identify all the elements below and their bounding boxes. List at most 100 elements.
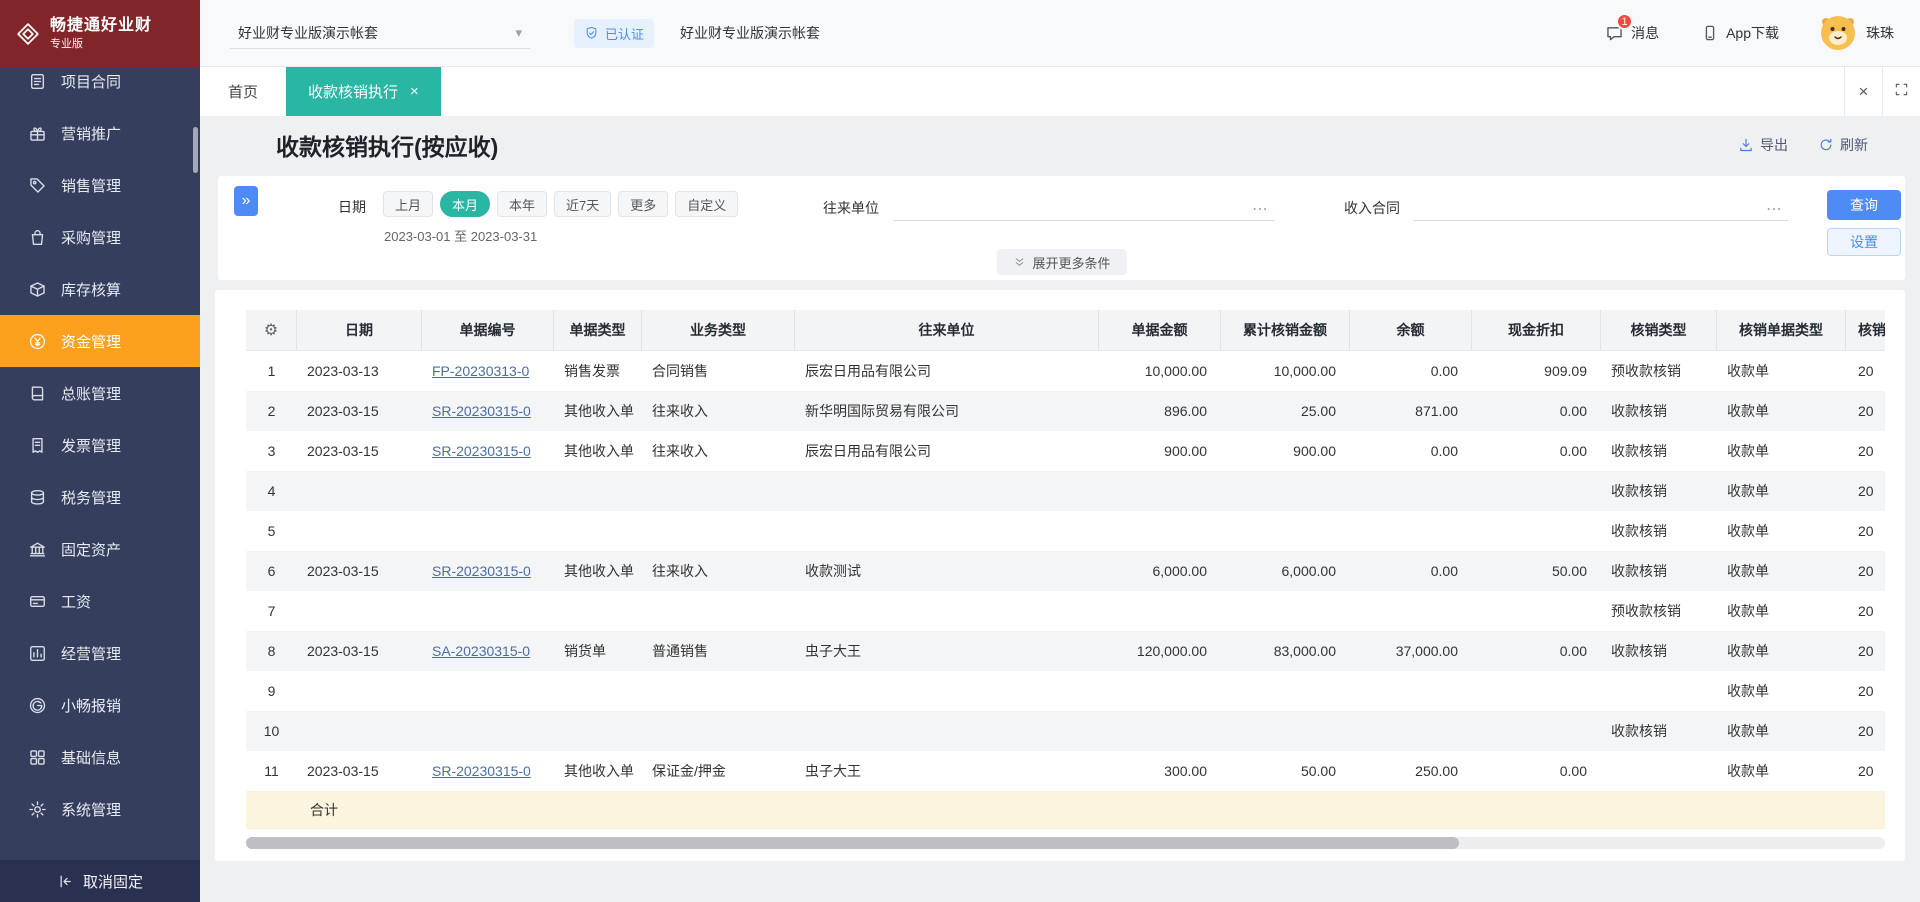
sidebar-item-inventory[interactable]: 库存核算 — [0, 263, 200, 315]
sidebar-item-sales[interactable]: 销售管理 — [0, 159, 200, 211]
messages-count-badge: 1 — [1616, 13, 1633, 30]
table-row[interactable]: 7预收款核销收款单20 — [246, 591, 1885, 631]
sidebar-item-project-contract[interactable]: 项目合同 — [0, 67, 200, 107]
sidebar-item-invoice[interactable]: 发票管理 — [0, 419, 200, 471]
close-tab-icon[interactable]: × — [410, 83, 419, 100]
sidebar-item-funds[interactable]: 资金管理 — [0, 315, 200, 367]
cell-date: 2023-03-15 — [297, 391, 422, 431]
horizontal-scrollbar[interactable] — [246, 837, 1885, 849]
app-download-button[interactable]: App下载 — [1701, 23, 1779, 43]
doc-no-link[interactable]: SR-20230315-0 — [432, 563, 531, 579]
doc-no-link[interactable]: SR-20230315-0 — [432, 443, 531, 459]
fullscreen-button[interactable] — [1882, 67, 1920, 116]
tab-window-controls: × — [1844, 67, 1920, 116]
tab-receipt-verify[interactable]: 收款核销执行× — [286, 67, 441, 116]
column-header[interactable]: 现金折扣 — [1472, 310, 1601, 350]
expand-more-filters-button[interactable]: 展开更多条件 — [996, 249, 1126, 275]
partner-filter-input[interactable]: ⋯ — [894, 191, 1274, 221]
gear-icon: ⚙ — [264, 320, 278, 340]
column-settings-gear[interactable]: ⚙ — [246, 310, 297, 350]
table-row[interactable]: 22023-03-15SR-20230315-0其他收入单往来收入新华明国际贸易… — [246, 391, 1885, 431]
date-option-本月[interactable]: 本月 — [440, 191, 490, 217]
cell-amount — [1099, 591, 1221, 631]
column-header[interactable]: 单据金额 — [1099, 310, 1221, 350]
doc-no-link[interactable]: SR-20230315-0 — [432, 763, 531, 779]
doc-no-link[interactable]: SA-20230315-0 — [432, 643, 530, 659]
date-option-本年[interactable]: 本年 — [497, 191, 547, 217]
cell-biz_type — [642, 591, 795, 631]
close-tabs-button[interactable]: × — [1844, 67, 1882, 116]
cell-partner — [795, 471, 1099, 511]
sidebar-item-operations[interactable]: 经营管理 — [0, 627, 200, 679]
column-header[interactable]: 往来单位 — [795, 310, 1099, 350]
date-option-上月[interactable]: 上月 — [383, 191, 433, 217]
cell-partner: 辰宏日用品有限公司 — [795, 431, 1099, 471]
refresh-icon — [1818, 137, 1834, 153]
doc-no-link[interactable]: FP-20230313-0 — [432, 363, 529, 379]
table-row[interactable]: 32023-03-15SR-20230315-0其他收入单往来收入辰宏日用品有限… — [246, 431, 1885, 471]
sidebar-item-system[interactable]: 系统管理 — [0, 783, 200, 835]
collapse-filter-button[interactable]: » — [234, 186, 258, 216]
column-header[interactable]: 单据编号 — [422, 310, 554, 350]
sidebar-item-general-ledger[interactable]: 总账管理 — [0, 367, 200, 419]
table-scroll-area: ⚙ 日期单据编号单据类型业务类型往来单位单据金额累计核销金额余额现金折扣核销类型… — [246, 310, 1885, 829]
contract-filter-input[interactable]: ⋯ — [1414, 191, 1788, 221]
column-header[interactable]: 余额 — [1350, 310, 1472, 350]
sidebar-item-label: 系统管理 — [61, 799, 121, 820]
double-chevron-down-icon — [1012, 256, 1025, 269]
sidebar-item-label: 固定资产 — [61, 539, 121, 560]
cell-amount: 10,000.00 — [1099, 351, 1221, 391]
more-icon[interactable]: ⋯ — [1766, 203, 1782, 217]
sidebar-item-base-info[interactable]: 基础信息 — [0, 731, 200, 783]
column-header[interactable]: 核销 — [1846, 310, 1885, 350]
unpin-sidebar-button[interactable]: 取消固定 — [0, 860, 200, 902]
date-option-更多[interactable]: 更多 — [618, 191, 668, 217]
app-window: 畅捷通好业财 专业版 好业财专业版演示帐套 ▾ 已认证 好业财专业版演示帐套 消… — [0, 0, 1920, 902]
horizontal-scrollbar-thumb[interactable] — [246, 837, 1459, 849]
cell-balance: 0.00 — [1350, 431, 1472, 471]
table-row[interactable]: 5收款核销收款单20 — [246, 511, 1885, 551]
export-button[interactable]: 导出 — [1738, 135, 1788, 155]
table-row[interactable]: 82023-03-15SA-20230315-0销货单普通销售虫子大王120,0… — [246, 631, 1885, 671]
column-header[interactable]: 累计核销金额 — [1221, 310, 1350, 350]
sidebar-item-tax[interactable]: 税务管理 — [0, 471, 200, 523]
doc-no-link[interactable]: SR-20230315-0 — [432, 403, 531, 419]
table-body: 12023-03-13FP-20230313-0销售发票合同销售辰宏日用品有限公… — [246, 351, 1885, 791]
date-option-近7天[interactable]: 近7天 — [554, 191, 611, 217]
refresh-button[interactable]: 刷新 — [1818, 135, 1868, 155]
column-header[interactable]: 单据类型 — [554, 310, 642, 350]
messages-button[interactable]: 消息 1 — [1605, 23, 1659, 43]
cell-verify_type: 收款核销 — [1601, 471, 1717, 511]
column-header[interactable]: 核销单据类型 — [1717, 310, 1846, 350]
cell-doc_type — [554, 511, 642, 551]
column-header[interactable]: 业务类型 — [642, 310, 795, 350]
sidebar-item-salary[interactable]: 工资 — [0, 575, 200, 627]
cell-doc_type: 其他收入单 — [554, 391, 642, 431]
date-range-value[interactable]: 2023-03-01 至 2023-03-31 — [384, 226, 537, 245]
cell-doc_no: SR-20230315-0 — [422, 751, 554, 791]
user-menu[interactable]: 珠珠 — [1819, 14, 1894, 52]
table-row[interactable]: 112023-03-15SR-20230315-0其他收入单保证金/押金虫子大王… — [246, 751, 1885, 791]
column-header[interactable]: 日期 — [297, 310, 422, 350]
table-row[interactable]: 12023-03-13FP-20230313-0销售发票合同销售辰宏日用品有限公… — [246, 351, 1885, 391]
sidebar-scrollbar[interactable] — [193, 127, 198, 173]
table-row[interactable]: 62023-03-15SR-20230315-0其他收入单往来收入收款测试6,0… — [246, 551, 1885, 591]
table-row[interactable]: 10收款核销收款单20 — [246, 711, 1885, 751]
sidebar-item-marketing[interactable]: 营销推广 — [0, 107, 200, 159]
sidebar-item-expense[interactable]: 小畅报销 — [0, 679, 200, 731]
more-icon[interactable]: ⋯ — [1252, 203, 1268, 217]
tab-home[interactable]: 首页 — [200, 67, 286, 116]
sidebar-item-purchase[interactable]: 采购管理 — [0, 211, 200, 263]
table-row[interactable]: 9收款单20 — [246, 671, 1885, 711]
cell-verified: 900.00 — [1221, 431, 1350, 471]
sidebar-item-fixed-assets[interactable]: 固定资产 — [0, 523, 200, 575]
cell-doc_type: 其他收入单 — [554, 551, 642, 591]
logo-title: 畅捷通好业财 — [50, 16, 152, 37]
date-option-自定义[interactable]: 自定义 — [675, 191, 738, 217]
table-row[interactable]: 4收款核销收款单20 — [246, 471, 1885, 511]
column-header[interactable]: 核销类型 — [1601, 310, 1717, 350]
settings-button[interactable]: 设置 — [1827, 228, 1901, 256]
query-button[interactable]: 查询 — [1827, 190, 1901, 220]
account-set-select[interactable]: 好业财专业版演示帐套 ▾ — [230, 17, 530, 49]
sidebar-item-label: 工资 — [61, 591, 91, 612]
